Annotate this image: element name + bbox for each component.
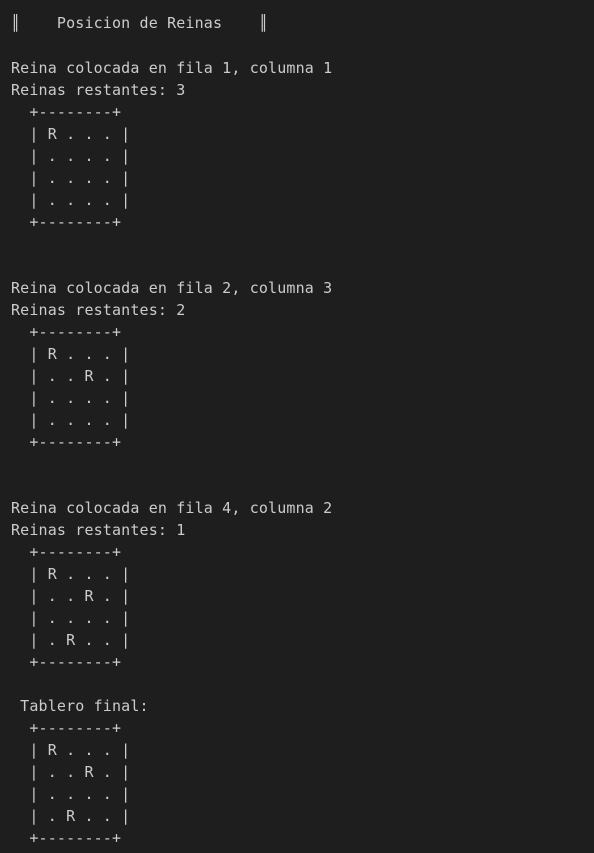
remaining-queens: Reinas restantes: 3 bbox=[11, 81, 186, 99]
placement-message: Reina colocada en fila 2, columna 3 bbox=[11, 279, 333, 297]
board-row: | . . . . | bbox=[11, 169, 131, 187]
remaining-queens: Reinas restantes: 1 bbox=[11, 521, 186, 539]
remaining-queens: Reinas restantes: 2 bbox=[11, 301, 186, 319]
board-bottom-border: +--------+ bbox=[11, 829, 122, 847]
board-row: | . . . . | bbox=[11, 191, 131, 209]
terminal-output: ║ Posicion de Reinas ║ Reina colocada en… bbox=[0, 0, 594, 853]
placement-message: Reina colocada en fila 1, columna 1 bbox=[11, 59, 333, 77]
board-row: | R . . . | bbox=[11, 345, 131, 363]
board-bottom-border: +--------+ bbox=[11, 213, 122, 231]
board-bottom-border: +--------+ bbox=[11, 433, 122, 451]
board-row: | . . R . | bbox=[11, 367, 131, 385]
board-row: | . R . . | bbox=[11, 631, 131, 649]
board-row: | R . . . | bbox=[11, 741, 131, 759]
placement-message: Reina colocada en fila 4, columna 2 bbox=[11, 499, 333, 517]
board-row: | R . . . | bbox=[11, 565, 131, 583]
board-row: | . . R . | bbox=[11, 763, 131, 781]
board-row: | . . . . | bbox=[11, 785, 131, 803]
board-top-border: +--------+ bbox=[11, 543, 122, 561]
board-row: | . . . . | bbox=[11, 411, 131, 429]
board-top-border: +--------+ bbox=[11, 103, 122, 121]
board-row: | . . . . | bbox=[11, 147, 131, 165]
board-top-border: +--------+ bbox=[11, 719, 122, 737]
board-top-border: +--------+ bbox=[11, 323, 122, 341]
board-row: | . . . . | bbox=[11, 389, 131, 407]
header-line: ║ Posicion de Reinas ║ bbox=[11, 14, 269, 32]
board-row: | . . R . | bbox=[11, 587, 131, 605]
board-row: | . . . . | bbox=[11, 609, 131, 627]
board-row: | R . . . | bbox=[11, 125, 131, 143]
board-bottom-border: +--------+ bbox=[11, 653, 122, 671]
final-board-label: Tablero final: bbox=[11, 697, 149, 715]
board-row: | . R . . | bbox=[11, 807, 131, 825]
